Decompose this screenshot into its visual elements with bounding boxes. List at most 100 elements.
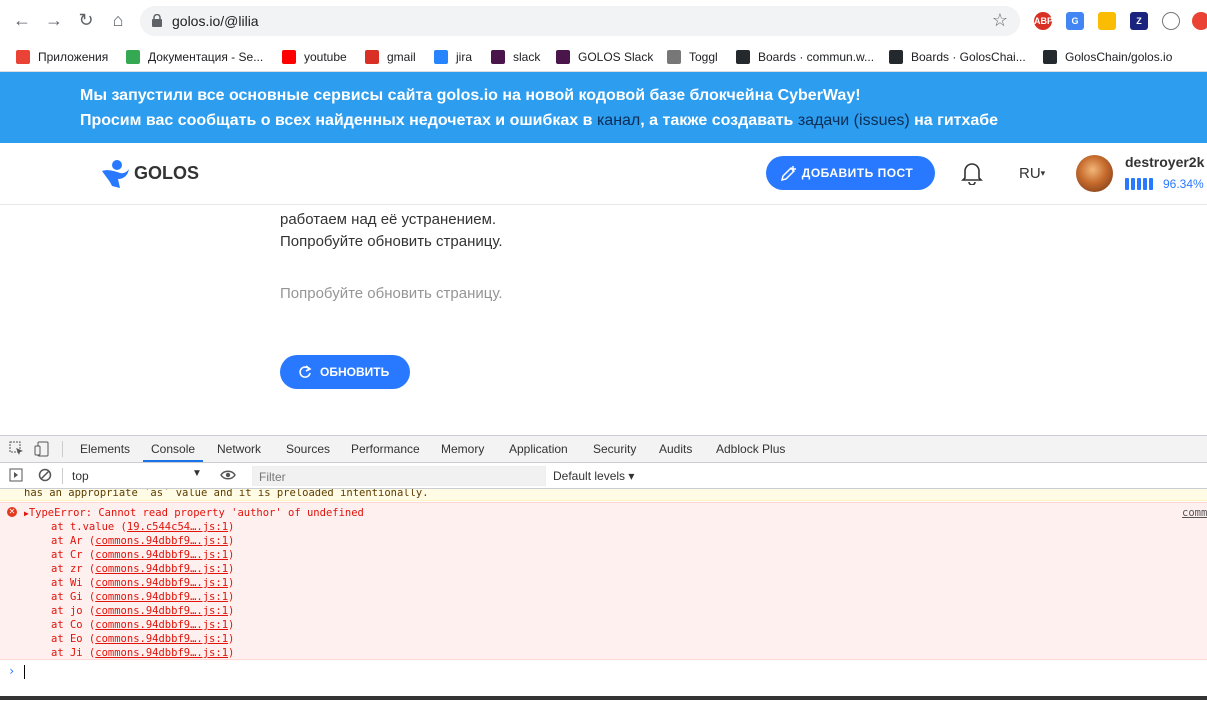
lock-icon (152, 14, 162, 27)
stack-frame: at jo (commons.94dbbf9….js:1) (51, 605, 234, 617)
tab-adblock-plus[interactable]: Adblock Plus (716, 442, 785, 456)
announcement-text: , а также создавать (640, 112, 794, 129)
bookmark-label: GolosChain/golos.io (1065, 50, 1173, 64)
error-message-line-1: работаем над её устранением. (280, 211, 497, 228)
channel-link[interactable]: канал (597, 112, 640, 129)
bookmark-item[interactable]: Boards · GolosChai... (889, 47, 1026, 67)
frame-function: at Eo (51, 633, 83, 645)
frame-source-link[interactable]: commons.94dbbf9….js:1 (95, 591, 228, 603)
golos-logo-icon[interactable] (100, 159, 130, 189)
bookmark-icon (667, 50, 681, 64)
reload-icon[interactable]: ↻ (76, 10, 96, 30)
eye-icon[interactable] (220, 469, 236, 481)
avatar[interactable] (1076, 155, 1113, 192)
extension-circle-icon[interactable] (1162, 12, 1180, 30)
tab-sources[interactable]: Sources (286, 442, 330, 456)
caret-down-icon[interactable]: ▼ (192, 468, 202, 479)
text-cursor (24, 665, 25, 679)
pen-plus-icon (780, 166, 796, 182)
bell-icon[interactable] (961, 161, 983, 185)
chrome-extension-icon[interactable] (1192, 12, 1207, 30)
site-header: GOLOS ДОБАВИТЬ ПОСТ RU▾ destroyer2k 96.3… (0, 143, 1207, 205)
frame-source-link[interactable]: commons.94dbbf9….js:1 (95, 633, 228, 645)
back-icon[interactable]: ← (12, 10, 32, 30)
z-extension-icon[interactable]: Z (1130, 12, 1148, 30)
tab-audits[interactable]: Audits (659, 442, 692, 456)
frame-source-link[interactable]: commons.94dbbf9….js:1 (95, 535, 228, 547)
frame-source-link[interactable]: commons.94dbbf9….js:1 (95, 549, 228, 561)
tab-memory[interactable]: Memory (441, 442, 484, 456)
device-toolbar-icon[interactable] (34, 441, 50, 457)
frame-source-link[interactable]: commons.94dbbf9….js:1 (95, 577, 228, 589)
prompt-chevron-icon: › (8, 664, 16, 678)
tab-elements[interactable]: Elements (80, 442, 130, 456)
log-levels-dropdown[interactable]: Default levels ▾ (553, 469, 634, 483)
error-source-link[interactable]: comm (1182, 507, 1207, 519)
bookmark-icon (365, 50, 379, 64)
error-header[interactable]: ▶TypeError: Cannot read property 'author… (24, 507, 364, 519)
frame-source-link[interactable]: commons.94dbbf9….js:1 (95, 563, 228, 575)
bookmark-item[interactable]: youtube (282, 47, 347, 67)
adblock-extension-icon[interactable]: ABP (1034, 12, 1053, 30)
frame-source-link[interactable]: commons.94dbbf9….js:1 (95, 619, 228, 631)
logo-text[interactable]: GOLOS (134, 163, 199, 184)
paren: ) (228, 619, 235, 631)
bookmark-label: Документация - Se... (148, 50, 264, 64)
tab-network[interactable]: Network (217, 442, 261, 456)
frame-source-link[interactable]: commons.94dbbf9….js:1 (95, 647, 228, 659)
bookmark-item[interactable]: Toggl (667, 47, 718, 67)
issues-link[interactable]: задачи (issues) (798, 112, 910, 129)
bookmark-item[interactable]: Приложения (16, 47, 108, 67)
paren: ) (228, 563, 235, 575)
bookmarks-bar: Приложения Документация - Se... youtube gma… (0, 42, 1207, 72)
bookmark-icon (491, 50, 505, 64)
paren: ) (228, 605, 235, 617)
console-toolbar: top ▼ Filter Default levels ▾ (0, 463, 1207, 489)
frame-source-link[interactable]: commons.94dbbf9….js:1 (95, 605, 228, 617)
context-selector[interactable]: top (72, 469, 89, 483)
paren: ( (114, 521, 127, 533)
bookmark-item[interactable]: Документация - Se... (126, 47, 263, 67)
tab-console[interactable]: Console (151, 442, 195, 456)
console-prompt[interactable]: › (0, 661, 1207, 683)
add-post-button[interactable]: ДОБАВИТЬ ПОСТ (766, 156, 935, 190)
divider (62, 468, 63, 484)
translate-extension-icon[interactable]: G (1066, 12, 1084, 30)
username[interactable]: destroyer2k (1125, 154, 1204, 170)
sidebar-toggle-icon[interactable] (9, 468, 23, 482)
add-post-label: ДОБАВИТЬ ПОСТ (801, 166, 914, 180)
bookmark-label: Приложения (38, 50, 109, 64)
devtools-tab-bar: Elements Console Network Sources Performance… (0, 436, 1207, 463)
paren: ( (82, 535, 96, 547)
clear-console-icon[interactable] (38, 468, 52, 482)
devtools-panel: Elements Console Network Sources Performance… (0, 435, 1207, 700)
language-selector[interactable]: RU▾ (1019, 165, 1045, 182)
bookmark-item[interactable]: jira (434, 47, 472, 67)
address-bar[interactable]: golos.io/@lilia ☆ (140, 6, 1020, 36)
bookmark-label: Boards · GolosChai... (911, 50, 1026, 64)
bookmark-item[interactable]: GOLOS Slack (556, 47, 653, 67)
refresh-button[interactable]: ОБНОВИТЬ (280, 355, 410, 389)
frame-source-link[interactable]: 19.c544c54….js:1 (127, 521, 228, 533)
stack-frame: at Ar (commons.94dbbf9….js:1) (51, 535, 234, 547)
window-edge (0, 696, 1207, 700)
forward-icon[interactable]: → (44, 10, 64, 30)
extension-icon[interactable] (1098, 12, 1116, 30)
stack-frame: at Co (commons.94dbbf9….js:1) (51, 619, 234, 631)
tab-performance[interactable]: Performance (351, 442, 420, 456)
bookmark-item[interactable]: gmail (365, 47, 416, 67)
home-icon[interactable]: ⌂ (108, 10, 128, 30)
bookmark-item[interactable]: GolosChain/golos.io (1043, 47, 1172, 67)
bookmark-item[interactable]: slack (491, 47, 540, 67)
announcement-line-2: Просим вас сообщать о всех найденных нед… (80, 112, 998, 130)
bookmark-icon (736, 50, 750, 64)
paren: ) (228, 647, 235, 659)
inspect-element-icon[interactable] (9, 441, 25, 457)
filter-input[interactable]: Filter (252, 466, 546, 486)
tab-application[interactable]: Application (509, 442, 568, 456)
bookmark-star-icon[interactable]: ☆ (992, 10, 1008, 31)
bookmark-item[interactable]: Boards · commun.w... (736, 47, 874, 67)
tab-security[interactable]: Security (593, 442, 636, 456)
paren: ( (82, 591, 96, 603)
announcement-text: на гитхабе (914, 112, 999, 129)
